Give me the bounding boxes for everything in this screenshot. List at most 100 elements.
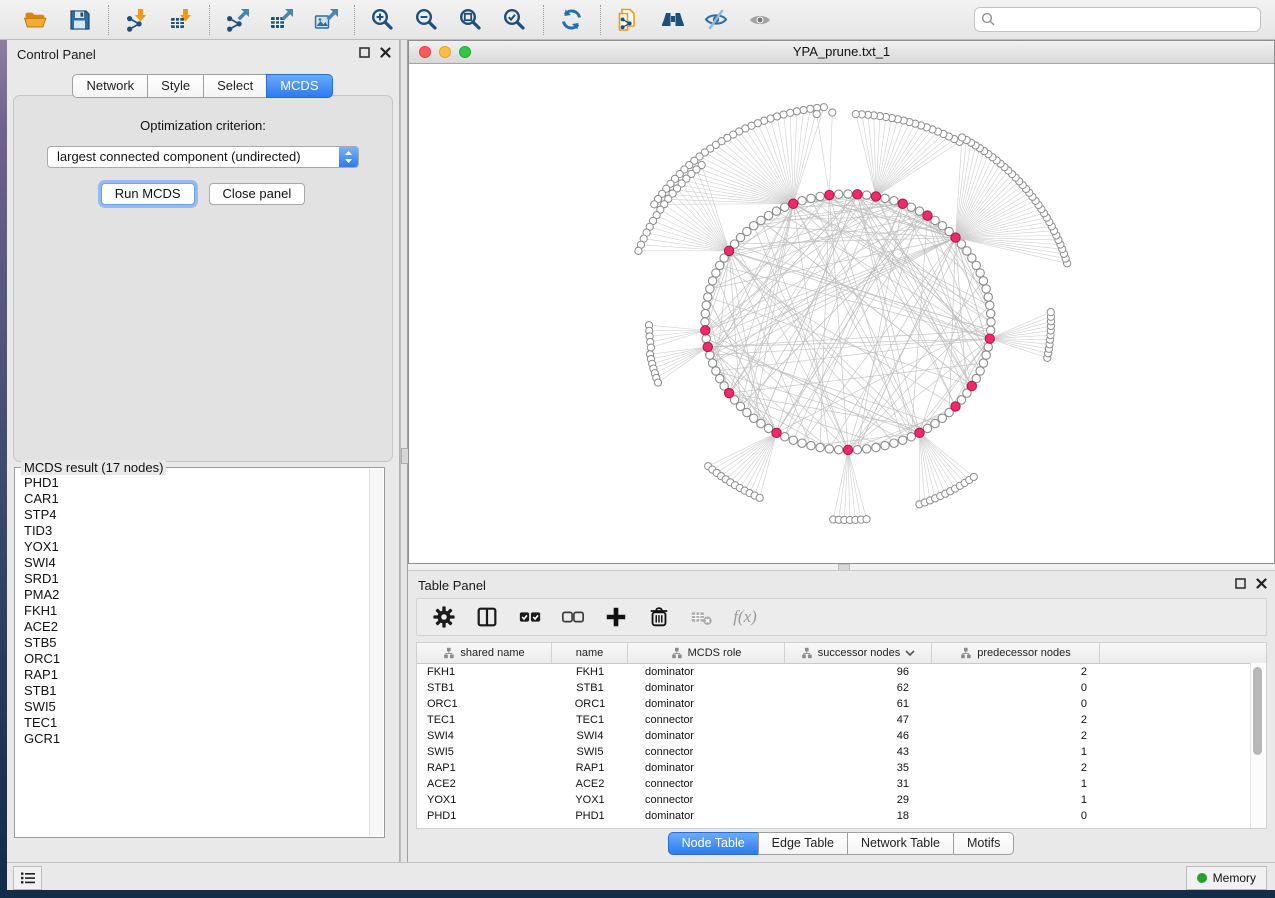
mcds-result-item[interactable]: TID3 xyxy=(24,523,369,539)
graph-leaf-node[interactable] xyxy=(1047,309,1054,316)
table-cell[interactable]: 1 xyxy=(932,746,1100,758)
hide-selected-button[interactable] xyxy=(702,6,732,34)
table-cell[interactable]: TEC1 xyxy=(552,714,628,726)
import-network-button[interactable] xyxy=(122,6,152,34)
tab-motifs[interactable]: Motifs xyxy=(953,832,1014,855)
table-cell[interactable]: connector xyxy=(628,794,785,806)
graph-node[interactable] xyxy=(757,419,765,427)
run-mcds-button[interactable]: Run MCDS xyxy=(101,183,195,205)
show-columns-button[interactable] xyxy=(475,605,499,629)
table-cell[interactable]: dominator xyxy=(628,730,785,742)
graph-node[interactable] xyxy=(807,194,815,202)
graph-node[interactable] xyxy=(923,424,931,432)
export-network-button[interactable] xyxy=(223,6,253,34)
mcds-result-item[interactable]: PMA2 xyxy=(24,587,369,603)
zoom-fit-button[interactable] xyxy=(456,6,486,34)
tab-mcds[interactable]: MCDS xyxy=(266,74,332,98)
table-cell[interactable]: ACE2 xyxy=(552,778,628,790)
table-scrollbar[interactable] xyxy=(1250,663,1266,828)
table-cell[interactable]: 0 xyxy=(932,682,1100,694)
table-cell[interactable]: 2 xyxy=(932,730,1100,742)
graph-node[interactable] xyxy=(915,207,923,215)
graph-node[interactable] xyxy=(757,216,765,224)
close-panel-icon[interactable] xyxy=(380,47,391,58)
unselect-all-columns-button[interactable] xyxy=(561,605,585,629)
table-cell[interactable]: 47 xyxy=(785,714,932,726)
table-cell[interactable]: 61 xyxy=(785,698,932,710)
graph-node[interactable] xyxy=(938,222,946,230)
table-cell[interactable]: 96 xyxy=(785,666,932,678)
graph-node[interactable] xyxy=(986,309,994,317)
graph-node[interactable] xyxy=(853,446,861,454)
apply-layout-button[interactable] xyxy=(557,6,587,34)
graph-node[interactable] xyxy=(890,439,898,447)
graph-leaf-node[interactable] xyxy=(793,108,800,115)
graph-mcds-node[interactable] xyxy=(701,326,710,335)
show-panels-menu-button[interactable] xyxy=(13,866,42,890)
tab-network[interactable]: Network xyxy=(72,74,148,98)
graph-node[interactable] xyxy=(834,446,842,454)
graph-node[interactable] xyxy=(907,203,915,211)
table-cell[interactable]: 31 xyxy=(785,778,932,790)
table-row[interactable]: FKH1FKH1dominator962 xyxy=(417,664,1266,680)
column-header-shared-name[interactable]: shared name xyxy=(417,643,552,663)
graph-mcds-node[interactable] xyxy=(951,233,960,242)
save-session-button[interactable] xyxy=(65,6,95,34)
graph-node[interactable] xyxy=(984,343,992,351)
table-cell[interactable]: dominator xyxy=(628,810,785,822)
table-cell[interactable]: 2 xyxy=(932,714,1100,726)
graph-node[interactable] xyxy=(931,419,939,427)
export-image-button[interactable] xyxy=(311,6,341,34)
graph-mcds-node[interactable] xyxy=(853,190,862,199)
table-settings-button[interactable] xyxy=(432,605,456,629)
mcds-result-item[interactable]: ACE2 xyxy=(24,619,369,635)
table-cell[interactable]: STB1 xyxy=(552,682,628,694)
graph-mcds-node[interactable] xyxy=(985,334,994,343)
close-panel-icon[interactable] xyxy=(1256,578,1267,589)
mcds-result-item[interactable]: STB1 xyxy=(24,683,369,699)
graph-node[interactable] xyxy=(798,439,806,447)
table-cell[interactable]: dominator xyxy=(628,762,785,774)
graph-leaf-node[interactable] xyxy=(651,201,658,208)
network-window-titlebar[interactable]: YPA_prune.txt_1 xyxy=(409,41,1274,64)
graph-leaf-node[interactable] xyxy=(647,344,654,351)
table-row[interactable]: YOX1YOX1connector291 xyxy=(417,792,1266,808)
mcds-result-item[interactable]: STB5 xyxy=(24,635,369,651)
mcds-result-item[interactable]: ORC1 xyxy=(24,651,369,667)
table-cell[interactable]: 2 xyxy=(932,762,1100,774)
mcds-result-item[interactable]: YOX1 xyxy=(24,539,369,555)
graph-mcds-node[interactable] xyxy=(724,388,733,397)
graph-node[interactable] xyxy=(764,424,772,432)
graph-mcds-node[interactable] xyxy=(871,192,880,201)
table-cell[interactable]: 1 xyxy=(932,778,1100,790)
graph-mcds-node[interactable] xyxy=(967,381,976,390)
table-cell[interactable]: SWI4 xyxy=(552,730,628,742)
create-column-button[interactable] xyxy=(604,605,628,629)
vertical-splitter[interactable] xyxy=(400,40,408,862)
table-cell[interactable]: 62 xyxy=(785,682,932,694)
graph-leaf-node[interactable] xyxy=(787,109,794,116)
open-session-button[interactable] xyxy=(21,6,51,34)
graph-leaf-node[interactable] xyxy=(820,104,827,111)
graph-node[interactable] xyxy=(781,433,789,441)
graph-mcds-node[interactable] xyxy=(915,428,924,437)
graph-node[interactable] xyxy=(706,351,714,359)
graph-mcds-node[interactable] xyxy=(951,402,960,411)
graph-node[interactable] xyxy=(702,335,710,343)
table-row[interactable]: PHD1PHD1dominator180 xyxy=(417,808,1266,824)
graph-leaf-node[interactable] xyxy=(800,106,807,113)
show-all-button[interactable] xyxy=(746,6,776,34)
graph-node[interactable] xyxy=(899,436,907,444)
memory-button[interactable]: Memory xyxy=(1186,866,1267,890)
table-cell[interactable]: connector xyxy=(628,746,785,758)
mcds-result-item[interactable]: RAP1 xyxy=(24,667,369,683)
column-header-predecessor-nodes[interactable]: predecessor nodes xyxy=(932,643,1100,663)
graph-node[interactable] xyxy=(750,414,758,422)
float-window-icon[interactable] xyxy=(359,47,370,58)
graph-mcds-node[interactable] xyxy=(843,445,852,454)
float-window-icon[interactable] xyxy=(1235,578,1246,589)
graph-mcds-node[interactable] xyxy=(789,199,798,208)
table-cell[interactable]: dominator xyxy=(628,682,785,694)
graph-node[interactable] xyxy=(772,207,780,215)
graph-mcds-node[interactable] xyxy=(923,211,932,220)
